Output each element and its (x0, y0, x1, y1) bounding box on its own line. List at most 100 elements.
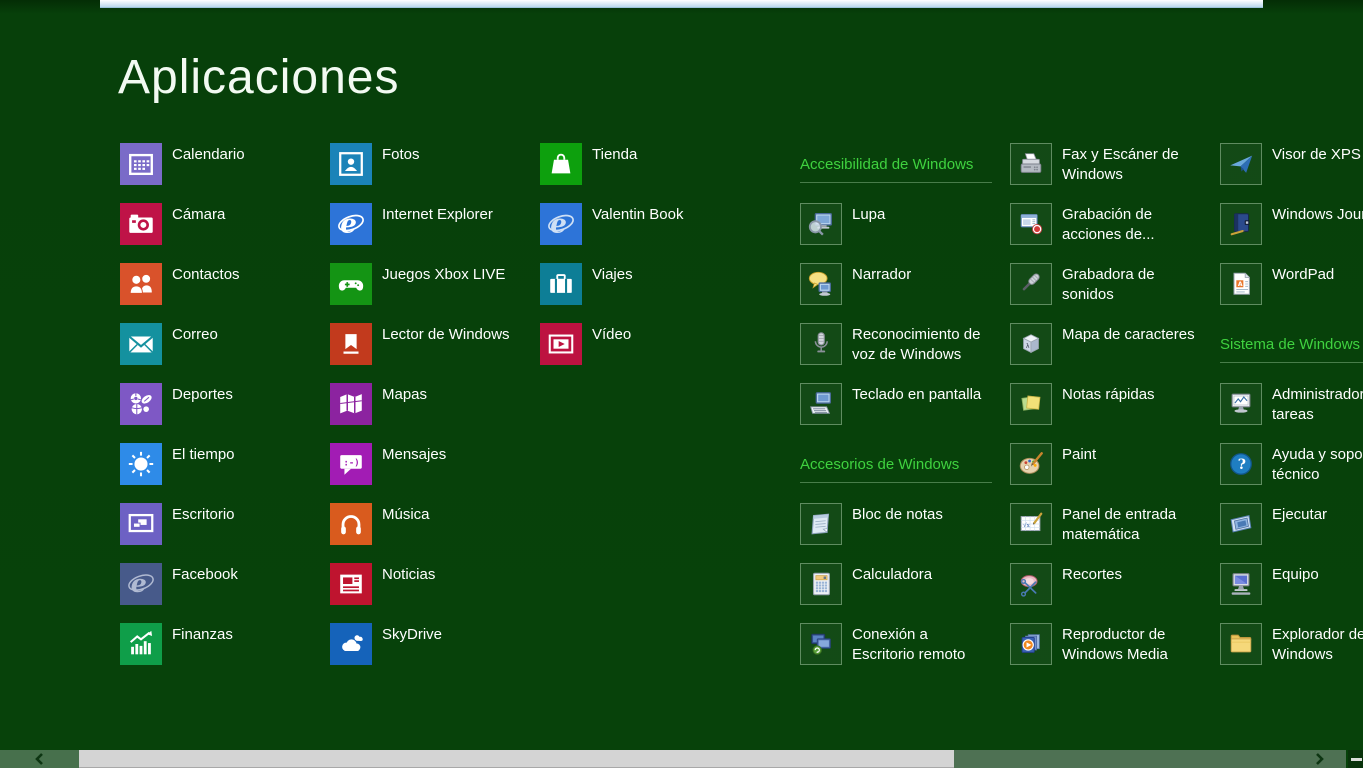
app-internet-explorer[interactable]: e Internet Explorer (330, 203, 544, 263)
escritorio-tile[interactable] (120, 503, 162, 545)
app-windows-journal[interactable]: Windows Journ (1220, 203, 1363, 263)
app-grabadora-sonidos[interactable]: Grabadora de sonidos (1010, 263, 1224, 323)
el-tiempo-tile[interactable] (120, 443, 162, 485)
scrollbar-track[interactable] (954, 750, 1346, 768)
fotos-tile[interactable] (330, 143, 372, 185)
app-correo[interactable]: Correo (120, 323, 334, 383)
mapas-tile[interactable] (330, 383, 372, 425)
character-map-cube-icon: λ (1017, 330, 1045, 358)
lector-tile[interactable] (330, 323, 372, 365)
app-fotos[interactable]: Fotos (330, 143, 544, 203)
recortes-tile[interactable] (1010, 563, 1052, 605)
lupa-tile[interactable] (800, 203, 842, 245)
bloc-de-notas-tile[interactable] (800, 503, 842, 545)
internet-explorer-tile[interactable]: e (330, 203, 372, 245)
app-label: Explorador de Windows (1272, 625, 1363, 665)
grabadora-sonidos-tile[interactable] (1010, 263, 1052, 305)
camara-tile[interactable] (120, 203, 162, 245)
app-teclado-pantalla[interactable]: Teclado en pantalla (800, 383, 1014, 443)
app-contactos[interactable]: Contactos (120, 263, 334, 323)
app-visor-xps[interactable]: Visor de XPS (1220, 143, 1363, 203)
app-camara[interactable]: Cámara (120, 203, 334, 263)
sound-recorder-mic-icon (1017, 270, 1045, 298)
app-el-tiempo[interactable]: El tiempo (120, 443, 334, 503)
video-tile[interactable] (540, 323, 582, 365)
notas-rapidas-tile[interactable] (1010, 383, 1052, 425)
app-reconocimiento-voz[interactable]: Reconocimiento de voz de Windows (800, 323, 1014, 383)
app-ejecutar[interactable]: Ejecutar (1220, 503, 1363, 563)
tienda-tile[interactable] (540, 143, 582, 185)
scrollbar-thumb[interactable] (79, 750, 954, 768)
windows-journal-tile[interactable] (1220, 203, 1262, 245)
app-wordpad[interactable]: A WordPad (1220, 263, 1363, 323)
ayuda-soporte-tile[interactable]: ? (1220, 443, 1262, 485)
ejecutar-tile[interactable] (1220, 503, 1262, 545)
app-equipo[interactable]: Equipo (1220, 563, 1363, 623)
viajes-tile[interactable] (540, 263, 582, 305)
valentin-book-tile[interactable]: e (540, 203, 582, 245)
app-video[interactable]: Vídeo (540, 323, 754, 383)
fax-escaner-tile[interactable] (1010, 143, 1052, 185)
mensajes-tile[interactable]: :-) (330, 443, 372, 485)
app-mensajes[interactable]: :-) Mensajes (330, 443, 544, 503)
app-juegos-xbox[interactable]: Juegos Xbox LIVE (330, 263, 544, 323)
musica-tile[interactable] (330, 503, 372, 545)
visor-xps-tile[interactable] (1220, 143, 1262, 185)
grabacion-acciones-tile[interactable] (1010, 203, 1052, 245)
app-explorador[interactable]: Explorador de Windows (1220, 623, 1363, 683)
app-recortes[interactable]: Recortes (1010, 563, 1224, 623)
app-panel-matematica[interactable]: √x Panel de entrada matemática (1010, 503, 1224, 563)
deportes-tile[interactable] (120, 383, 162, 425)
app-notas-rapidas[interactable]: Notas rápidas (1010, 383, 1224, 443)
contactos-tile[interactable] (120, 263, 162, 305)
calculadora-tile[interactable] (800, 563, 842, 605)
app-facebook[interactable]: e Facebook (120, 563, 334, 623)
app-grabacion-acciones[interactable]: Grabación de acciones de... (1010, 203, 1224, 263)
explorador-tile[interactable] (1220, 623, 1262, 665)
calendario-tile[interactable] (120, 143, 162, 185)
panel-matematica-tile[interactable]: √x (1010, 503, 1052, 545)
app-musica[interactable]: Música (330, 503, 544, 563)
app-mapas[interactable]: Mapas (330, 383, 544, 443)
app-tienda[interactable]: Tienda (540, 143, 754, 203)
app-lupa[interactable]: Lupa (800, 203, 1014, 263)
mapa-caracteres-tile[interactable]: λ (1010, 323, 1052, 365)
app-lector[interactable]: Lector de Windows (330, 323, 544, 383)
correo-tile[interactable] (120, 323, 162, 365)
app-mapa-caracteres[interactable]: λ Mapa de caracteres (1010, 323, 1224, 383)
app-label: Música (382, 505, 542, 525)
app-fax-escaner[interactable]: Fax y Escáner de Windows (1010, 143, 1224, 203)
app-escritorio[interactable]: Escritorio (120, 503, 334, 563)
narrador-tile[interactable] (800, 263, 842, 305)
app-skydrive[interactable]: SkyDrive (330, 623, 544, 683)
paint-tile[interactable] (1010, 443, 1052, 485)
app-conexion-remoto[interactable]: Conexión a Escritorio remoto (800, 623, 1014, 683)
conexion-remoto-tile[interactable] (800, 623, 842, 665)
finanzas-tile[interactable] (120, 623, 162, 665)
app-bloc-de-notas[interactable]: Bloc de notas (800, 503, 1014, 563)
app-valentin-book[interactable]: e Valentin Book (540, 203, 754, 263)
app-viajes[interactable]: Viajes (540, 263, 754, 323)
app-narrador[interactable]: Narrador (800, 263, 1014, 323)
reproductor-wm-tile[interactable] (1010, 623, 1052, 665)
app-reproductor-wm[interactable]: Reproductor de Windows Media (1010, 623, 1224, 683)
app-ayuda-soporte[interactable]: ? Ayuda y sopor técnico (1220, 443, 1363, 503)
equipo-tile[interactable] (1220, 563, 1262, 605)
app-finanzas[interactable]: Finanzas (120, 623, 334, 683)
facebook-tile[interactable]: e (120, 563, 162, 605)
horizontal-scrollbar[interactable] (0, 750, 1363, 768)
skydrive-tile[interactable] (330, 623, 372, 665)
app-calculadora[interactable]: Calculadora (800, 563, 1014, 623)
app-calendario[interactable]: Calendario (120, 143, 334, 203)
teclado-pantalla-tile[interactable] (800, 383, 842, 425)
reconocimiento-voz-tile[interactable] (800, 323, 842, 365)
wordpad-tile[interactable]: A (1220, 263, 1262, 305)
noticias-tile[interactable] (330, 563, 372, 605)
scroll-left-button[interactable] (0, 750, 79, 768)
administrador-tareas-tile[interactable] (1220, 383, 1262, 425)
juegos-xbox-tile[interactable] (330, 263, 372, 305)
app-deportes[interactable]: Deportes (120, 383, 334, 443)
app-noticias[interactable]: Noticias (330, 563, 544, 623)
app-administrador-tareas[interactable]: Administrador tareas (1220, 383, 1363, 443)
app-paint[interactable]: Paint (1010, 443, 1224, 503)
